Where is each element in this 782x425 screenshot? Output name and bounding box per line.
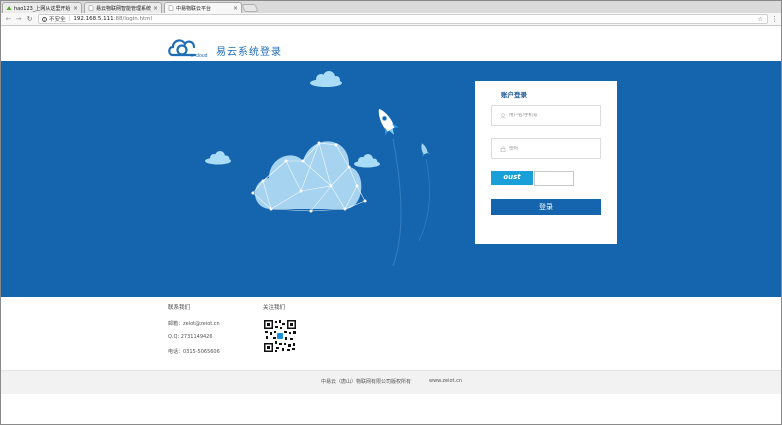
back-icon[interactable]: ← [4,15,13,24]
username-input[interactable] [509,113,589,118]
tab-title: 易云物联网智能管理系统 [96,5,151,12]
info-icon[interactable]: i [42,16,47,22]
banner-illustration [205,71,431,267]
contact-heading: 联系我们 [168,305,191,311]
page-favicon-icon [88,5,94,11]
bookmark-star-icon[interactable]: ☆ [758,16,763,23]
user-icon [500,112,506,119]
tab-title: hao123_上网从这里开始 [14,5,71,12]
contact-email: 邮箱：zeiot@zeiot.cn [168,321,220,327]
login-title: 账户登录 [501,91,527,99]
follow-heading: 关注我们 [263,305,286,311]
forward-icon[interactable]: → [14,15,23,24]
small-rocket-icon [421,143,431,157]
menu-icon[interactable]: ⋮ [771,15,778,23]
small-cloud-icon [354,154,380,168]
lock-icon [500,146,506,152]
tab-bar: hao123_上网从这里开始 × 易云物联网智能管理系统 × 中易物联云平台 × [1,1,781,13]
page-title: 易云系统登录 [216,47,282,58]
divider: | [68,16,71,22]
login-button[interactable]: 登录 [491,199,601,215]
page-header [1,27,781,61]
qr-logo-icon [277,333,283,339]
website-link[interactable]: www.zeiot.cn [429,378,462,384]
browser-window: hao123_上网从这里开始 × 易云物联网智能管理系统 × 中易物联云平台 ×… [0,0,782,425]
navigation-bar: ← → ↻ i 不安全 | 192.168.5.111:88/login.htm… [1,13,781,26]
logo-text: e-cloud [191,53,208,59]
browser-tab-hao123[interactable]: hao123_上网从这里开始 × [2,2,82,13]
ecloud-logo-icon: e-cloud [168,39,208,59]
url-host: 192.168.5.111 [73,16,114,22]
reload-icon[interactable]: ↻ [25,15,34,24]
qr-code-icon [263,319,297,353]
password-field[interactable] [491,138,601,159]
small-cloud-icon [205,151,231,165]
new-tab-button[interactable] [241,4,259,12]
browser-tab-system[interactable]: 易云物联网智能管理系统 × [84,2,162,13]
tab-title: 中易物联云平台 [176,5,212,12]
captcha-input[interactable] [534,171,574,186]
small-cloud-icon [310,71,342,87]
captcha-image[interactable]: oust [491,171,533,185]
tab-close-icon[interactable]: × [153,5,158,12]
network-cloud-icon [251,141,367,213]
hero-banner [1,61,781,297]
tab-close-icon[interactable]: × [233,5,238,12]
contact-qq: Q.Q: 2731149426 [168,334,213,340]
address-bar[interactable]: i 不安全 | 192.168.5.111:88/login.html ☆ [38,14,768,24]
tab-close-icon[interactable]: × [73,5,78,12]
username-field[interactable] [491,105,601,126]
contact-phone: 电话：0315-5065606 [168,349,220,355]
security-label: 不安全 [49,17,66,23]
copyright-text: 中易云（唐山）物联网有限公司版权所有 [321,379,412,385]
password-input[interactable] [509,146,589,151]
hao123-favicon-icon [6,6,12,10]
rocket-icon [378,108,399,136]
browser-tab-active[interactable]: 中易物联云平台 × [164,2,242,13]
login-panel: 账户登录 oust 登录 [475,81,617,244]
url-path: :88/login.html [113,16,153,22]
page-favicon-icon [168,5,174,11]
